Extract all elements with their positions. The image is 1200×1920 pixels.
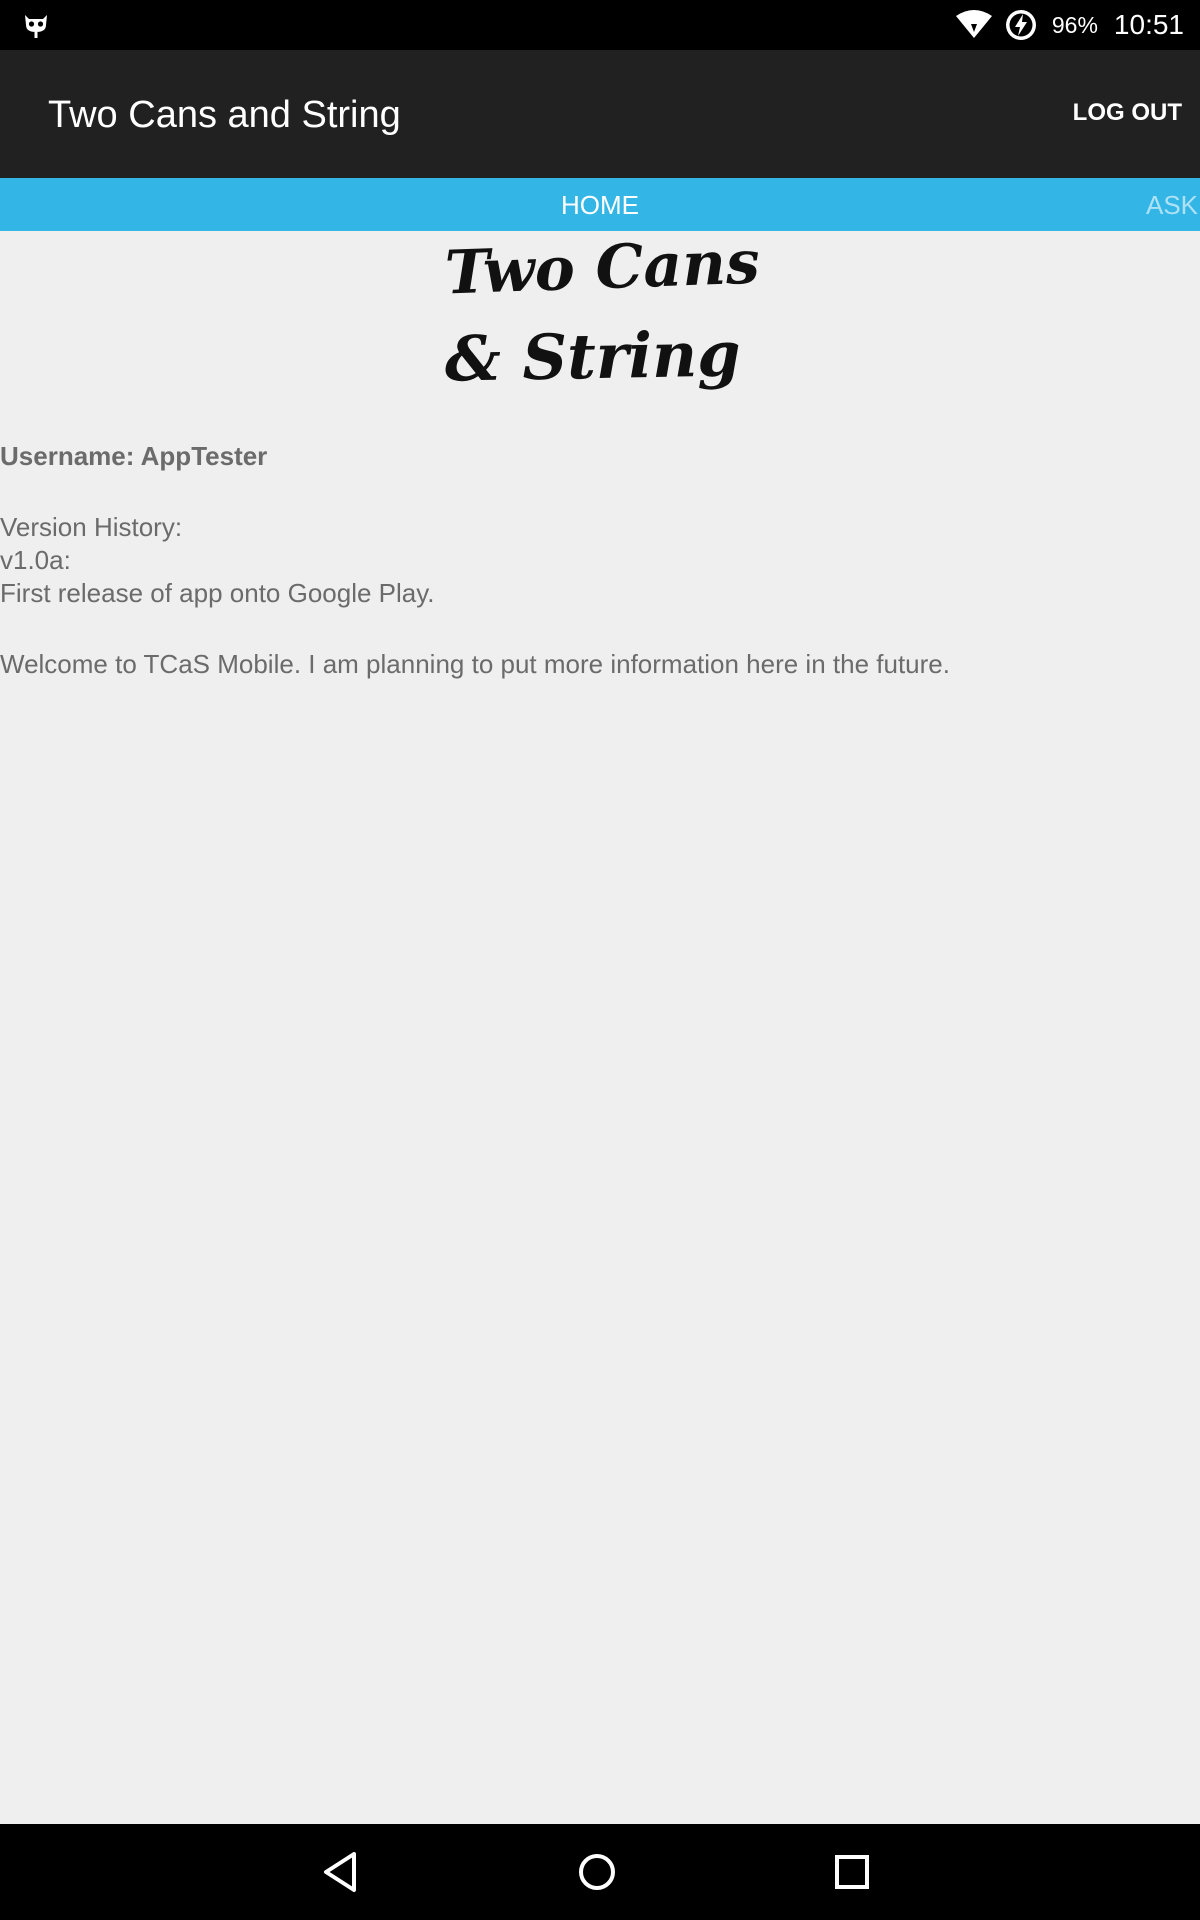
welcome-message: Welcome to TCaS Mobile. I am planning to… xyxy=(0,649,950,679)
wifi-icon xyxy=(955,10,992,38)
version-history-header: Version History: xyxy=(0,512,183,542)
tab-home[interactable]: HOME xyxy=(0,190,1200,220)
app-title: Two Cans and String xyxy=(48,94,401,136)
back-icon[interactable] xyxy=(316,1846,368,1898)
version-number: v1.0a: xyxy=(0,545,71,575)
status-bar: 96% 10:51 xyxy=(0,0,1200,50)
tab-strip: HOME ASK xyxy=(0,178,1200,231)
battery-charging-icon xyxy=(1005,10,1036,40)
two-cans-and-string-logo: Two Cans & String xyxy=(444,232,761,396)
battery-percent: 96% xyxy=(1051,11,1098,38)
recents-icon[interactable] xyxy=(826,1846,878,1898)
navigation-bar xyxy=(0,1824,1200,1920)
home-icon[interactable] xyxy=(571,1846,623,1898)
cyanogen-mod-icon xyxy=(25,15,47,38)
tab-ask[interactable]: ASK xyxy=(1146,190,1198,220)
logo-line-1: Two Cans xyxy=(444,232,761,308)
version-note: First release of app onto Google Play. xyxy=(0,578,435,608)
app-bar: Two Cans and String LOG OUT xyxy=(0,50,1200,178)
logo-line-2: & String xyxy=(444,317,741,395)
status-icons: 96% 10:51 xyxy=(954,0,1184,50)
home-content: Username: AppTester Version History: v1.… xyxy=(0,440,1200,681)
logout-button[interactable]: LOG OUT xyxy=(1073,96,1182,130)
username-label: Username: AppTester xyxy=(0,441,268,471)
clock: 10:51 xyxy=(1113,9,1184,40)
